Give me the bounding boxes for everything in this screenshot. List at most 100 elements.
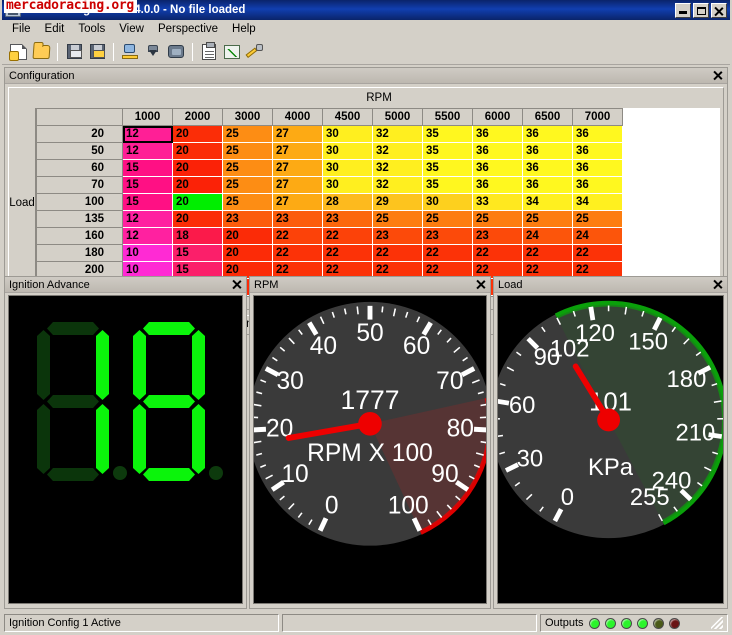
map-cell[interactable]: 32 (372, 159, 423, 177)
map-cell[interactable]: 27 (272, 176, 323, 194)
save-as-button[interactable] (86, 41, 108, 63)
map-cell[interactable]: 23 (272, 210, 323, 228)
map-cell[interactable]: 30 (322, 142, 373, 160)
map-cell[interactable]: 27 (272, 193, 323, 211)
map-cell[interactable]: 25 (422, 210, 473, 228)
map-column-header[interactable]: 5500 (422, 108, 473, 126)
map-cell[interactable]: 32 (372, 176, 423, 194)
map-cell[interactable]: 25 (222, 159, 273, 177)
map-column-header[interactable]: 1000 (122, 108, 173, 126)
map-cell[interactable]: 36 (472, 125, 523, 143)
map-cell[interactable]: 33 (472, 193, 523, 211)
map-cell[interactable]: 20 (172, 142, 223, 160)
map-cell[interactable]: 18 (172, 227, 223, 245)
close-button[interactable] (711, 2, 727, 18)
map-column-header[interactable]: 2000 (172, 108, 223, 126)
map-cell[interactable]: 27 (272, 125, 323, 143)
menu-item-tools[interactable]: Tools (71, 21, 112, 37)
map-cell[interactable]: 30 (322, 125, 373, 143)
map-cell[interactable]: 36 (572, 159, 623, 177)
map-cell[interactable]: 35 (422, 125, 473, 143)
map-cell[interactable]: 22 (372, 244, 423, 262)
map-cell[interactable]: 36 (472, 159, 523, 177)
graph-button[interactable] (221, 41, 243, 63)
map-cell[interactable]: 15 (122, 176, 173, 194)
map-cell[interactable]: 20 (172, 210, 223, 228)
map-cell[interactable]: 22 (422, 244, 473, 262)
map-cell[interactable]: 36 (572, 125, 623, 143)
map-row-header[interactable]: 50 (36, 142, 123, 160)
map-cell[interactable]: 22 (272, 227, 323, 245)
map-cell[interactable]: 22 (322, 244, 373, 262)
map-row-header[interactable]: 180 (36, 244, 123, 262)
open-file-button[interactable] (30, 41, 52, 63)
map-cell[interactable]: 25 (222, 125, 273, 143)
map-cell[interactable]: 34 (572, 193, 623, 211)
menu-item-edit[interactable]: Edit (38, 21, 72, 37)
map-cell[interactable]: 36 (572, 142, 623, 160)
resize-grip[interactable] (711, 617, 723, 629)
map-cell[interactable]: 25 (222, 176, 273, 194)
map-column-header[interactable]: 6000 (472, 108, 523, 126)
map-cell[interactable]: 22 (322, 227, 373, 245)
close-icon[interactable] (231, 279, 242, 290)
map-cell[interactable]: 12 (122, 227, 173, 245)
map-row-header[interactable]: 70 (36, 176, 123, 194)
map-cell[interactable]: 15 (172, 244, 223, 262)
map-row-header[interactable]: 60 (36, 159, 123, 177)
map-cell[interactable]: 12 (122, 210, 173, 228)
map-column-header[interactable]: 4000 (272, 108, 323, 126)
map-cell[interactable]: 20 (172, 176, 223, 194)
new-file-button[interactable] (7, 41, 29, 63)
map-cell[interactable]: 12 (122, 125, 173, 143)
map-cell[interactable]: 34 (522, 193, 573, 211)
map-cell[interactable]: 23 (372, 227, 423, 245)
map-cell[interactable]: 20 (222, 227, 273, 245)
map-cell[interactable]: 35 (422, 142, 473, 160)
map-cell[interactable]: 36 (472, 142, 523, 160)
map-cell[interactable]: 25 (372, 210, 423, 228)
map-column-header[interactable]: 3000 (222, 108, 273, 126)
map-cell[interactable]: 22 (572, 244, 623, 262)
settings-button[interactable] (244, 41, 266, 63)
properties-button[interactable] (198, 41, 220, 63)
map-column-header[interactable]: 4500 (322, 108, 373, 126)
map-cell[interactable]: 36 (522, 176, 573, 194)
map-cell[interactable]: 22 (272, 244, 323, 262)
map-cell[interactable]: 27 (272, 159, 323, 177)
download-from-device-button[interactable] (142, 41, 164, 63)
map-cell[interactable]: 25 (222, 142, 273, 160)
map-cell[interactable]: 28 (322, 193, 373, 211)
map-cell[interactable]: 30 (322, 176, 373, 194)
map-row-header[interactable]: 20 (36, 125, 123, 143)
map-cell[interactable]: 36 (472, 176, 523, 194)
map-cell[interactable]: 24 (572, 227, 623, 245)
close-icon[interactable] (475, 279, 486, 290)
map-cell[interactable]: 15 (122, 159, 173, 177)
map-cell[interactable]: 30 (322, 159, 373, 177)
map-cell[interactable]: 36 (522, 159, 573, 177)
menu-item-view[interactable]: View (112, 21, 151, 37)
menu-item-help[interactable]: Help (225, 21, 263, 37)
maximize-button[interactable] (693, 2, 709, 18)
device-chip-button[interactable] (165, 41, 187, 63)
map-cell[interactable]: 25 (522, 210, 573, 228)
map-cell[interactable]: 29 (372, 193, 423, 211)
map-cell[interactable]: 36 (572, 176, 623, 194)
menu-item-perspective[interactable]: Perspective (151, 21, 225, 37)
map-cell[interactable]: 15 (122, 193, 173, 211)
save-button[interactable] (63, 41, 85, 63)
map-cell[interactable]: 27 (272, 142, 323, 160)
map-column-header[interactable]: 5000 (372, 108, 423, 126)
map-row-header[interactable]: 160 (36, 227, 123, 245)
close-icon[interactable] (712, 279, 723, 290)
map-cell[interactable]: 23 (422, 227, 473, 245)
map-cell[interactable]: 23 (472, 227, 523, 245)
map-row-header[interactable]: 135 (36, 210, 123, 228)
map-cell[interactable]: 32 (372, 142, 423, 160)
map-cell[interactable]: 20 (222, 244, 273, 262)
map-column-header[interactable]: 7000 (572, 108, 623, 126)
map-cell[interactable]: 20 (172, 193, 223, 211)
map-cell[interactable]: 25 (572, 210, 623, 228)
map-cell[interactable]: 20 (172, 159, 223, 177)
